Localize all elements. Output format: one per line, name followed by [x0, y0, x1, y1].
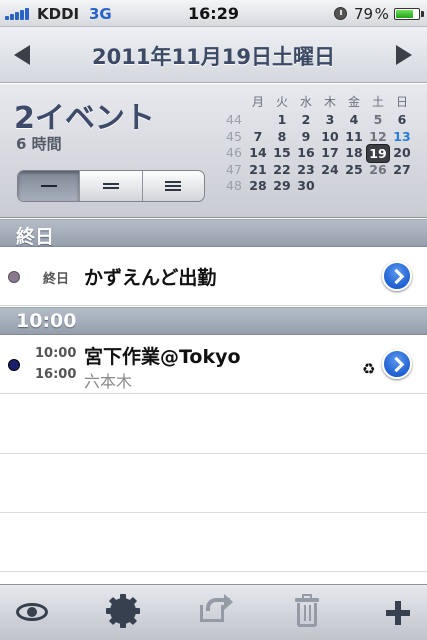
week-number: 46	[226, 145, 242, 160]
mini-calendar-day[interactable]: 30	[294, 177, 318, 194]
week-number: 45	[226, 128, 242, 144]
view-mode-segmented-control	[17, 170, 205, 202]
mini-calendar-day[interactable]: 22	[270, 161, 294, 178]
battery-percent: 79 %	[354, 5, 389, 23]
event-start-time: 10:00	[35, 346, 77, 361]
section-label: 10:00	[16, 310, 77, 332]
plus-icon[interactable]	[378, 593, 418, 633]
empty-row-divider	[0, 571, 427, 572]
mini-calendar-day[interactable]: 7	[246, 128, 270, 145]
next-day-arrow-icon[interactable]	[396, 45, 412, 65]
section-header-10-00: 10:00	[0, 307, 427, 335]
mini-calendar-day[interactable]: 14	[246, 144, 270, 161]
calendar-color-dot	[8, 359, 20, 371]
view-mode-triple-button[interactable]	[143, 171, 204, 201]
mini-calendar-day[interactable]: 12	[366, 128, 390, 145]
eye-icon[interactable]	[12, 593, 52, 633]
mini-calendar-day[interactable]: 8	[270, 128, 294, 145]
weekday-label: 月	[251, 95, 264, 109]
mini-calendar-day[interactable]: 11	[342, 128, 366, 145]
empty-row-divider	[0, 512, 427, 513]
mini-calendar-day[interactable]: 4	[342, 111, 366, 128]
empty-row-divider	[0, 453, 427, 454]
section-header-all-day: 終日	[0, 219, 427, 248]
mini-calendar-day[interactable]: 5	[366, 111, 390, 128]
mini-calendar-day[interactable]: 3	[318, 111, 342, 128]
status-bar: KDDI 3G 16:29 79 %	[0, 0, 427, 27]
mini-calendar-day[interactable]: 23	[294, 161, 318, 178]
mini-calendar-day[interactable]: 24	[318, 161, 342, 178]
mini-calendar-day[interactable]: 13	[390, 128, 414, 145]
event-detail-disclosure-button[interactable]	[382, 261, 412, 291]
battery-icon	[394, 8, 420, 20]
day-summary-panel: 2イベント 6 時間 月 火 水 木 金 土 日 44 1 2 3 4 5 6 45 7 8 9 10…	[0, 84, 427, 218]
mini-calendar-day[interactable]: 16	[294, 144, 318, 161]
weekday-label: 木	[323, 95, 336, 109]
single-bar-icon	[40, 183, 57, 189]
mini-calendar-day[interactable]: 20	[390, 144, 414, 161]
week-number: 47	[226, 161, 242, 177]
mini-calendar-day[interactable]: 1	[270, 111, 294, 128]
weekday-label: 金	[347, 95, 360, 109]
bottom-toolbar	[0, 584, 427, 640]
all-day-label: 終日	[43, 272, 70, 287]
mini-calendar-day[interactable]: 28	[246, 177, 270, 194]
event-title: 宮下作業@Tokyo	[84, 346, 241, 368]
share-icon[interactable]	[194, 593, 234, 633]
event-row-timed[interactable]: 10:00 16:00 宮下作業@Tokyo 六本木 ♻	[0, 336, 427, 394]
weekday-label: 土	[371, 95, 384, 109]
event-detail-disclosure-button[interactable]	[382, 349, 412, 379]
mini-calendar-day[interactable]: 17	[318, 144, 342, 161]
double-bar-icon	[102, 181, 119, 191]
mini-calendar-day[interactable]: 2	[294, 111, 318, 128]
date-navigation-bar: 2011年11月19日土曜日	[0, 27, 427, 83]
mini-calendar-day[interactable]: 21	[246, 161, 270, 178]
mini-calendar-day[interactable]: 18	[342, 144, 366, 161]
event-row-all-day[interactable]: 終日 かずえんど出勤	[0, 248, 427, 306]
event-end-time: 16:00	[35, 367, 77, 382]
event-location: 六本木	[84, 372, 133, 391]
view-mode-double-button[interactable]	[80, 171, 143, 201]
alarm-clock-icon	[334, 7, 347, 20]
view-mode-single-button[interactable]	[18, 171, 81, 201]
mini-calendar-day[interactable]: 10	[318, 128, 342, 145]
trash-icon[interactable]	[287, 593, 327, 633]
mini-calendar-day[interactable]: 26	[366, 161, 390, 178]
event-count: 2イベント	[14, 101, 155, 136]
mini-calendar-day[interactable]: 25	[342, 161, 366, 178]
mini-calendar-day[interactable]: 27	[390, 161, 414, 178]
mini-calendar-day[interactable]: 29	[270, 177, 294, 194]
mini-calendar-day[interactable]: 15	[270, 144, 294, 161]
mini-calendar-day[interactable]: 9	[294, 128, 318, 145]
week-number: 44	[226, 112, 242, 127]
triple-bar-icon	[165, 179, 182, 193]
section-label: 終日	[16, 226, 55, 248]
mini-calendar-day[interactable]: 6	[390, 111, 414, 128]
weekday-label: 火	[275, 95, 288, 109]
gear-icon[interactable]	[103, 593, 143, 633]
recurring-icon: ♻	[362, 360, 376, 378]
weekday-label: 水	[299, 95, 312, 109]
battery-nub	[421, 11, 424, 17]
event-title: かずえんど出勤	[84, 267, 217, 289]
week-number: 48	[226, 178, 242, 193]
calendar-color-dot	[8, 271, 20, 283]
total-duration: 6 時間	[16, 135, 62, 153]
weekday-label: 日	[395, 95, 408, 109]
current-date-title[interactable]: 2011年11月19日土曜日	[0, 41, 427, 71]
